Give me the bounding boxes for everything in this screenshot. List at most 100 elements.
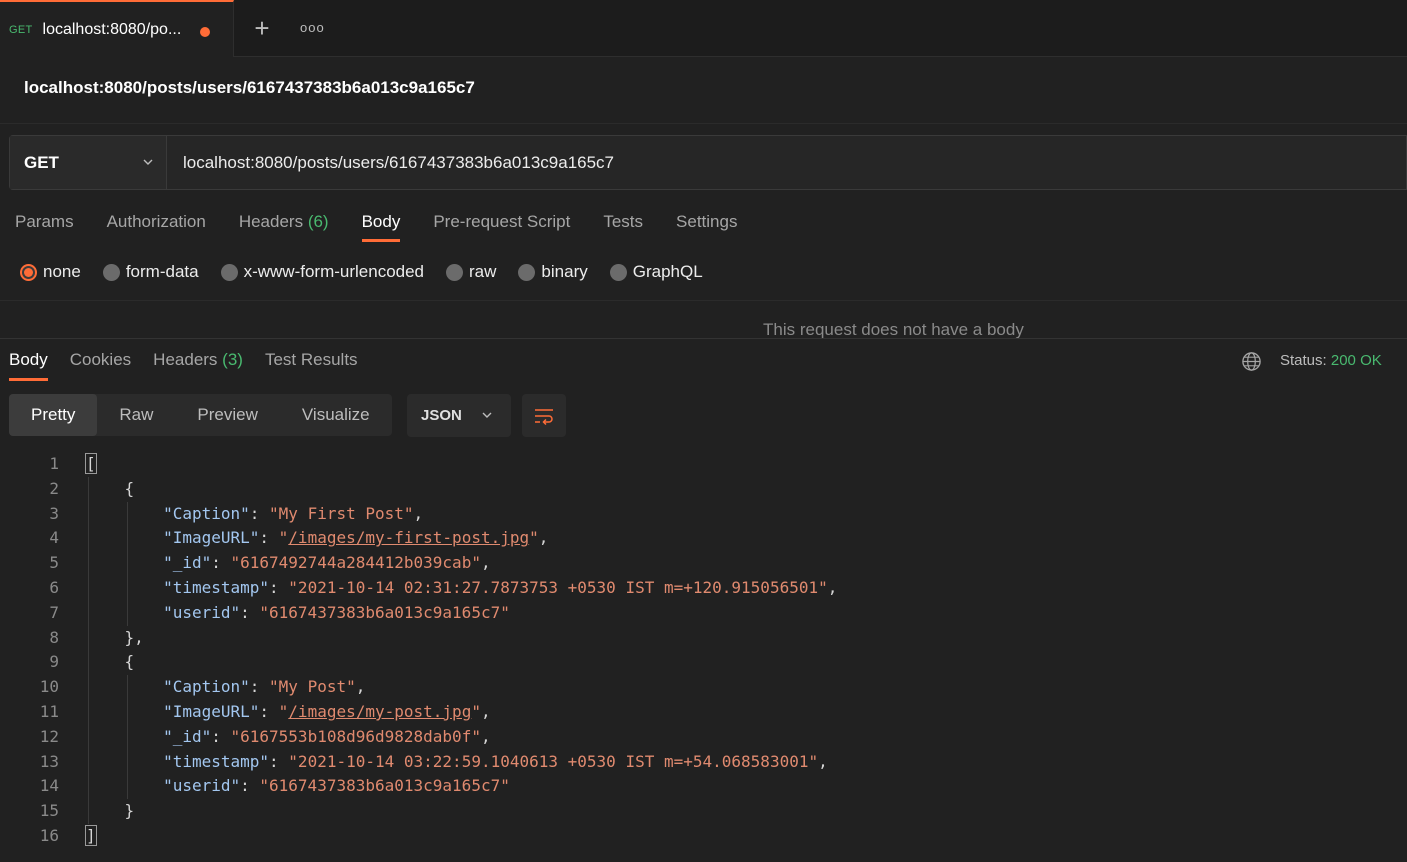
wrap-lines-button[interactable] [522, 394, 566, 437]
response-tab-test-results[interactable]: Test Results [265, 350, 358, 381]
chevron-down-icon [143, 159, 153, 165]
line-number: 10 [39, 677, 59, 697]
view-mode-pretty[interactable]: Pretty [9, 394, 98, 436]
tab-title: localhost:8080/po... [42, 20, 182, 38]
tab-label: Tests [603, 212, 644, 231]
code-line: 10 "Caption": "My Post", [0, 675, 1407, 700]
request-tab[interactable]: GET localhost:8080/po... [0, 0, 234, 57]
json-punct: : [259, 701, 279, 721]
wrap-lines-icon [535, 408, 553, 425]
radio-label: GraphQL [632, 262, 703, 281]
json-punct: : [259, 528, 279, 548]
json-link[interactable]: /images/my-post.jpg [288, 702, 471, 721]
code-line: 5 "_id": "6167492744a284412b039cab", [0, 551, 1407, 576]
new-tab-plus-icon[interactable]: + [250, 15, 274, 41]
line-content: "_id": "6167492744a284412b039cab", [86, 551, 491, 576]
line-number: 2 [49, 478, 59, 498]
tab-count-badge: (3) [222, 350, 243, 369]
tab-body[interactable]: Body [361, 212, 400, 242]
code-line: 8 }, [0, 626, 1407, 651]
line-number: 4 [49, 528, 59, 548]
radio-label: form-data [125, 262, 199, 281]
json-punct: { [86, 652, 135, 672]
radio-none[interactable]: none [20, 262, 81, 282]
globe-icon[interactable] [1241, 351, 1262, 372]
tab-label: Params [15, 212, 74, 231]
response-tab-body[interactable]: Body [9, 350, 48, 381]
tab-headers[interactable]: Headers (6) [239, 212, 329, 242]
view-mode-visualize[interactable]: Visualize [280, 394, 392, 436]
json-key: "userid" [163, 776, 241, 796]
code-line: 2 { [0, 477, 1407, 502]
radio-circle-icon [609, 263, 627, 281]
tab-label: Test Results [264, 350, 358, 369]
radio-form-data[interactable]: form-data [102, 262, 199, 282]
code-line: 11 "ImageURL": "/images/my-post.jpg", [0, 700, 1407, 725]
code-line: 13 "timestamp": "2021-10-14 03:22:59.104… [0, 750, 1407, 775]
json-punct: , [818, 751, 828, 771]
view-mode-switcher: Pretty Raw Preview Visualize [9, 394, 392, 436]
line-content: } [86, 799, 135, 824]
code-line: 3 "Caption": "My First Post", [0, 502, 1407, 527]
view-mode-preview[interactable]: Preview [175, 394, 279, 436]
tab-pre-request-script[interactable]: Pre-request Script [433, 212, 570, 242]
line-content: { [86, 477, 135, 502]
tab-params[interactable]: Params [15, 212, 74, 242]
line-number: 14 [39, 776, 59, 796]
json-link[interactable]: /images/my-first-post.jpg [288, 528, 529, 547]
response-tab-cookies[interactable]: Cookies [70, 350, 131, 381]
json-punct: : [249, 677, 270, 697]
url-input[interactable] [167, 136, 1406, 189]
radio-graphql[interactable]: GraphQL [609, 262, 703, 282]
response-tab-headers[interactable]: Headers (3) [153, 350, 243, 381]
no-body-area: This request does not have a body [0, 300, 1407, 338]
format-select[interactable]: JSON [407, 394, 511, 437]
line-content: "_id": "6167553b108d96d9828dab0f", [86, 725, 491, 750]
json-punct [86, 776, 163, 795]
tab-tests[interactable]: Tests [603, 212, 643, 242]
code-line: 4 "ImageURL": "/images/my-first-post.jpg… [0, 526, 1407, 551]
code-line: 7 "userid": "6167437383b6a013c9a165c7" [0, 601, 1407, 626]
view-mode-raw[interactable]: Raw [97, 394, 175, 436]
response-body-viewer[interactable]: 1[2 {3 "Caption": "My First Post", 4 "Ima… [0, 452, 1407, 849]
tab-settings[interactable]: Settings [676, 212, 737, 242]
json-punct: , [480, 553, 491, 573]
status-value: 200 OK [1330, 352, 1382, 369]
no-body-message: This request does not have a body [763, 320, 1024, 338]
url-bar: GET [9, 135, 1407, 190]
json-string: "6167437383b6a013c9a165c7" [259, 602, 510, 622]
json-string: "2021-10-14 03:22:59.1040613 +0530 IST m… [288, 751, 819, 771]
radio-circle-icon [20, 263, 37, 281]
more-tabs-icon[interactable]: ooo [300, 20, 325, 36]
json-punct: : [240, 776, 260, 796]
radio-circle-icon [518, 263, 536, 281]
json-punct: : [249, 503, 270, 523]
json-punct [86, 578, 163, 597]
json-punct [86, 702, 163, 721]
tab-count-badge: (6) [307, 212, 329, 231]
radio-raw[interactable]: raw [446, 262, 496, 282]
response-tabs: Body Cookies Headers (3) Test Results [9, 350, 380, 381]
line-number: 15 [39, 801, 59, 821]
radio-label: raw [469, 262, 497, 281]
json-punct: : [211, 553, 231, 573]
tab-label: Cookies [69, 350, 132, 369]
radio-label: binary [541, 262, 588, 281]
radio-binary[interactable]: binary [518, 262, 588, 282]
radio-label: none [43, 262, 81, 281]
response-status: Status: 200 OK [1280, 352, 1382, 369]
json-punct [86, 727, 163, 746]
line-content: "userid": "6167437383b6a013c9a165c7" [86, 774, 510, 799]
status-label: Status: [1280, 352, 1327, 369]
tab-authorization[interactable]: Authorization [107, 212, 206, 242]
divider [0, 123, 1407, 124]
tab-label: Headers [238, 212, 304, 231]
radio-x-www-form-urlencoded[interactable]: x-www-form-urlencoded [220, 262, 424, 282]
json-punct: , [480, 726, 491, 746]
line-number: 3 [49, 503, 59, 523]
radio-circle-icon [220, 263, 238, 281]
request-name[interactable]: localhost:8080/posts/users/6167437383b6a… [24, 78, 475, 98]
line-content: "userid": "6167437383b6a013c9a165c7" [86, 601, 510, 626]
method-select[interactable]: GET [10, 136, 167, 189]
code-line: 15 } [0, 799, 1407, 824]
